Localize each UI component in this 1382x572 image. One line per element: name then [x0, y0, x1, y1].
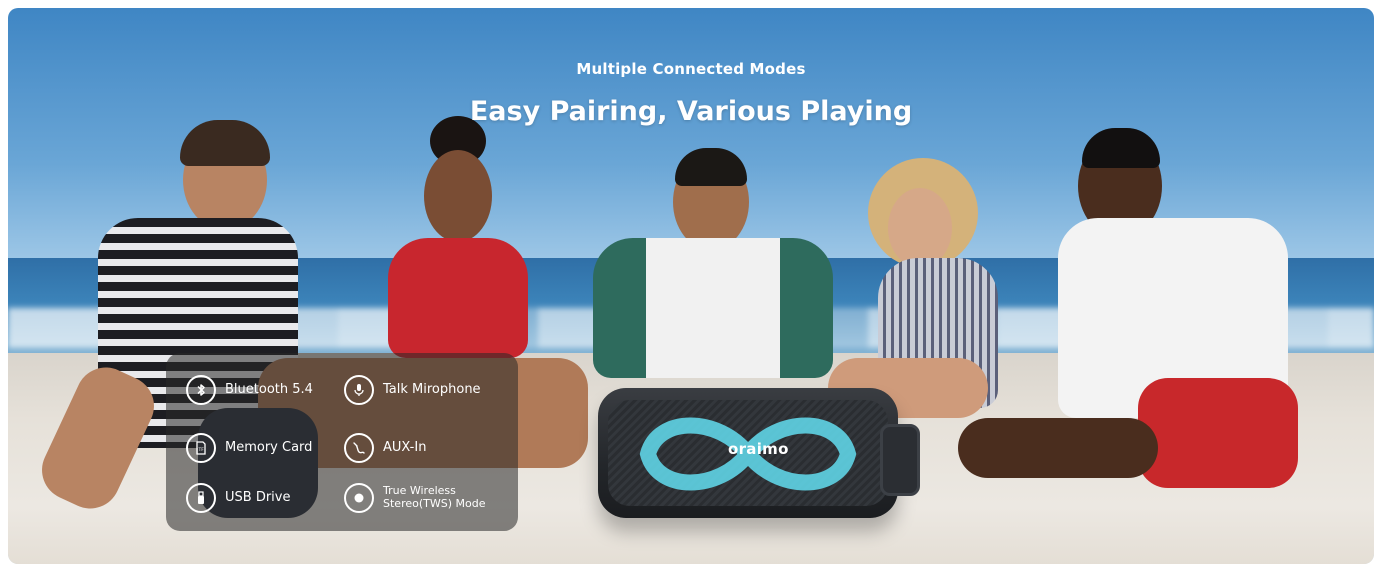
feature-microphone: Talk Mirophone: [344, 375, 481, 405]
feature-label: Memory Card: [225, 439, 313, 455]
feature-memory-card: TF Memory Card: [186, 433, 312, 463]
feature-bluetooth: Bluetooth 5.4: [186, 375, 313, 405]
person-white-tee: [958, 128, 1318, 508]
hero-banner: Multiple Connected Modes Easy Pairing, V…: [8, 8, 1374, 564]
feature-tws: True Wireless Stereo(TWS) Mode: [344, 483, 495, 513]
person-green-raglan: [573, 148, 863, 408]
tws-icon: [344, 483, 374, 513]
speaker-end-cap: [880, 424, 920, 496]
product-brand-logo: oraimo: [728, 440, 789, 458]
connection-modes-card: Bluetooth 5.4 Talk Mirophone TF Memory C…: [166, 353, 518, 531]
microphone-icon: [344, 375, 374, 405]
memory-card-icon: TF: [186, 433, 216, 463]
feature-label: USB Drive: [225, 489, 291, 505]
feature-label: True Wireless Stereo(TWS) Mode: [383, 484, 486, 510]
feature-label: AUX-In: [383, 439, 427, 455]
bluetooth-icon: [186, 375, 216, 405]
feature-label: Bluetooth 5.4: [225, 381, 313, 397]
feature-label: Talk Mirophone: [383, 381, 481, 397]
usb-drive-icon: [186, 483, 216, 513]
svg-text:TF: TF: [198, 447, 205, 453]
aux-cable-icon: [344, 433, 374, 463]
feature-usb-drive: USB Drive: [186, 483, 290, 513]
section-eyebrow: Multiple Connected Modes: [576, 60, 806, 78]
feature-aux-in: AUX-In: [344, 433, 426, 463]
section-headline: Easy Pairing, Various Playing: [469, 96, 913, 127]
product-speaker: oraimo: [598, 388, 920, 518]
